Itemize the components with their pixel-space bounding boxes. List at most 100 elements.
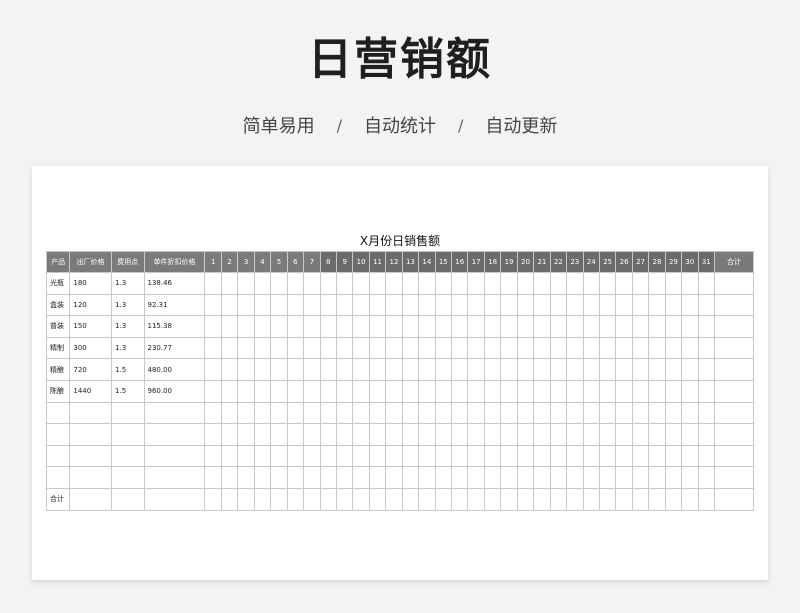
cell-day-value[interactable] bbox=[451, 293, 469, 317]
cell-day-value[interactable] bbox=[253, 379, 272, 403]
cell-day-value[interactable] bbox=[664, 444, 683, 468]
cell-day-value[interactable] bbox=[664, 358, 683, 381]
cell-day-value[interactable] bbox=[352, 272, 370, 295]
cell-day-value[interactable] bbox=[648, 272, 666, 295]
cell-day-value[interactable] bbox=[352, 336, 370, 360]
cell-day-value[interactable] bbox=[220, 401, 239, 425]
cell-day-value[interactable] bbox=[335, 423, 354, 446]
cell-day-value[interactable] bbox=[598, 466, 617, 489]
cell-day-value[interactable] bbox=[697, 272, 716, 295]
cell-cost-point[interactable] bbox=[111, 466, 145, 489]
cell-unit-discount-price[interactable] bbox=[143, 444, 206, 468]
cell-total-value[interactable] bbox=[549, 487, 568, 511]
cell-total-value[interactable] bbox=[368, 487, 387, 511]
cell-day-value[interactable] bbox=[286, 466, 305, 489]
cell-factory-price[interactable]: 180 bbox=[69, 272, 113, 295]
cell-day-value[interactable] bbox=[697, 466, 716, 489]
cell-day-value[interactable] bbox=[648, 401, 666, 425]
cell-day-value[interactable] bbox=[303, 466, 321, 489]
cell-total-value[interactable] bbox=[385, 487, 403, 511]
cell-day-value[interactable] bbox=[681, 401, 699, 425]
cell-unit-discount-price[interactable]: 138.46 bbox=[143, 272, 206, 295]
cell-unit-discount-price[interactable]: 92.31 bbox=[143, 293, 206, 317]
cell-total-value[interactable] bbox=[270, 487, 288, 511]
cell-day-value[interactable] bbox=[549, 444, 568, 468]
cell-day-value[interactable] bbox=[615, 315, 633, 338]
cell-day-value[interactable] bbox=[549, 315, 568, 338]
cell-day-value[interactable] bbox=[286, 423, 305, 446]
cell-total-value[interactable] bbox=[237, 487, 255, 511]
cell-total-value[interactable] bbox=[220, 487, 239, 511]
cell-row-total[interactable] bbox=[714, 466, 754, 489]
cell-day-value[interactable] bbox=[615, 423, 633, 446]
cell-day-value[interactable] bbox=[631, 336, 650, 360]
cell-day-value[interactable] bbox=[319, 358, 337, 381]
cell-row-total[interactable] bbox=[714, 379, 754, 403]
cell-day-value[interactable] bbox=[434, 379, 453, 403]
cell-day-value[interactable] bbox=[401, 293, 420, 317]
cell-day-value[interactable] bbox=[270, 379, 288, 403]
cell-day-value[interactable] bbox=[516, 336, 535, 360]
cell-day-value[interactable] bbox=[237, 444, 255, 468]
cell-day-value[interactable] bbox=[220, 336, 239, 360]
cell-day-value[interactable] bbox=[204, 444, 222, 468]
cell-day-value[interactable] bbox=[615, 293, 633, 317]
cell-day-value[interactable] bbox=[500, 272, 518, 295]
cell-day-value[interactable] bbox=[253, 272, 272, 295]
cell-day-value[interactable] bbox=[303, 272, 321, 295]
cell-day-value[interactable] bbox=[253, 358, 272, 381]
cell-day-value[interactable] bbox=[631, 293, 650, 317]
cell-row-total[interactable] bbox=[714, 444, 754, 468]
cell-total-value[interactable] bbox=[253, 487, 272, 511]
cell-day-value[interactable] bbox=[434, 444, 453, 468]
cell-day-value[interactable] bbox=[335, 336, 354, 360]
cell-factory-price[interactable] bbox=[69, 466, 113, 489]
cell-day-value[interactable] bbox=[237, 423, 255, 446]
cell-day-value[interactable] bbox=[253, 293, 272, 317]
cell-day-value[interactable] bbox=[237, 293, 255, 317]
cell-day-value[interactable] bbox=[648, 423, 666, 446]
cell-day-value[interactable] bbox=[418, 315, 436, 338]
cell-day-value[interactable] bbox=[500, 466, 518, 489]
cell-day-value[interactable] bbox=[615, 336, 633, 360]
cell-total-value[interactable] bbox=[500, 487, 518, 511]
cell-day-value[interactable] bbox=[220, 358, 239, 381]
cell-day-value[interactable] bbox=[303, 336, 321, 360]
cell-day-value[interactable] bbox=[467, 315, 485, 338]
cell-day-value[interactable] bbox=[237, 272, 255, 295]
cell-total-value[interactable] bbox=[566, 487, 584, 511]
cell-day-value[interactable] bbox=[631, 423, 650, 446]
cell-day-value[interactable] bbox=[286, 336, 305, 360]
cell-day-value[interactable] bbox=[253, 315, 272, 338]
cell-day-value[interactable] bbox=[467, 444, 485, 468]
cell-day-value[interactable] bbox=[303, 358, 321, 381]
cell-day-value[interactable] bbox=[533, 423, 551, 446]
cell-day-value[interactable] bbox=[533, 358, 551, 381]
cell-total-value[interactable] bbox=[714, 487, 754, 511]
cell-day-value[interactable] bbox=[385, 379, 403, 403]
cell-day-value[interactable] bbox=[418, 272, 436, 295]
cell-day-value[interactable] bbox=[566, 336, 584, 360]
cell-day-value[interactable] bbox=[483, 379, 502, 403]
cell-total-value[interactable] bbox=[664, 487, 683, 511]
cell-day-value[interactable] bbox=[451, 272, 469, 295]
cell-total-value[interactable] bbox=[615, 487, 633, 511]
cell-day-value[interactable] bbox=[253, 466, 272, 489]
cell-day-value[interactable] bbox=[664, 272, 683, 295]
cell-day-value[interactable] bbox=[253, 423, 272, 446]
cell-day-value[interactable] bbox=[631, 315, 650, 338]
cell-day-value[interactable] bbox=[303, 444, 321, 468]
cell-day-value[interactable] bbox=[598, 401, 617, 425]
cell-day-value[interactable] bbox=[401, 336, 420, 360]
cell-day-value[interactable] bbox=[220, 272, 239, 295]
cell-day-value[interactable] bbox=[352, 444, 370, 468]
cell-day-value[interactable] bbox=[631, 272, 650, 295]
cell-day-value[interactable] bbox=[401, 444, 420, 468]
cell-day-value[interactable] bbox=[319, 315, 337, 338]
cell-day-value[interactable] bbox=[598, 423, 617, 446]
cell-day-value[interactable] bbox=[467, 423, 485, 446]
cell-day-value[interactable] bbox=[303, 315, 321, 338]
cell-day-value[interactable] bbox=[664, 423, 683, 446]
cell-day-value[interactable] bbox=[220, 293, 239, 317]
cell-day-value[interactable] bbox=[352, 423, 370, 446]
